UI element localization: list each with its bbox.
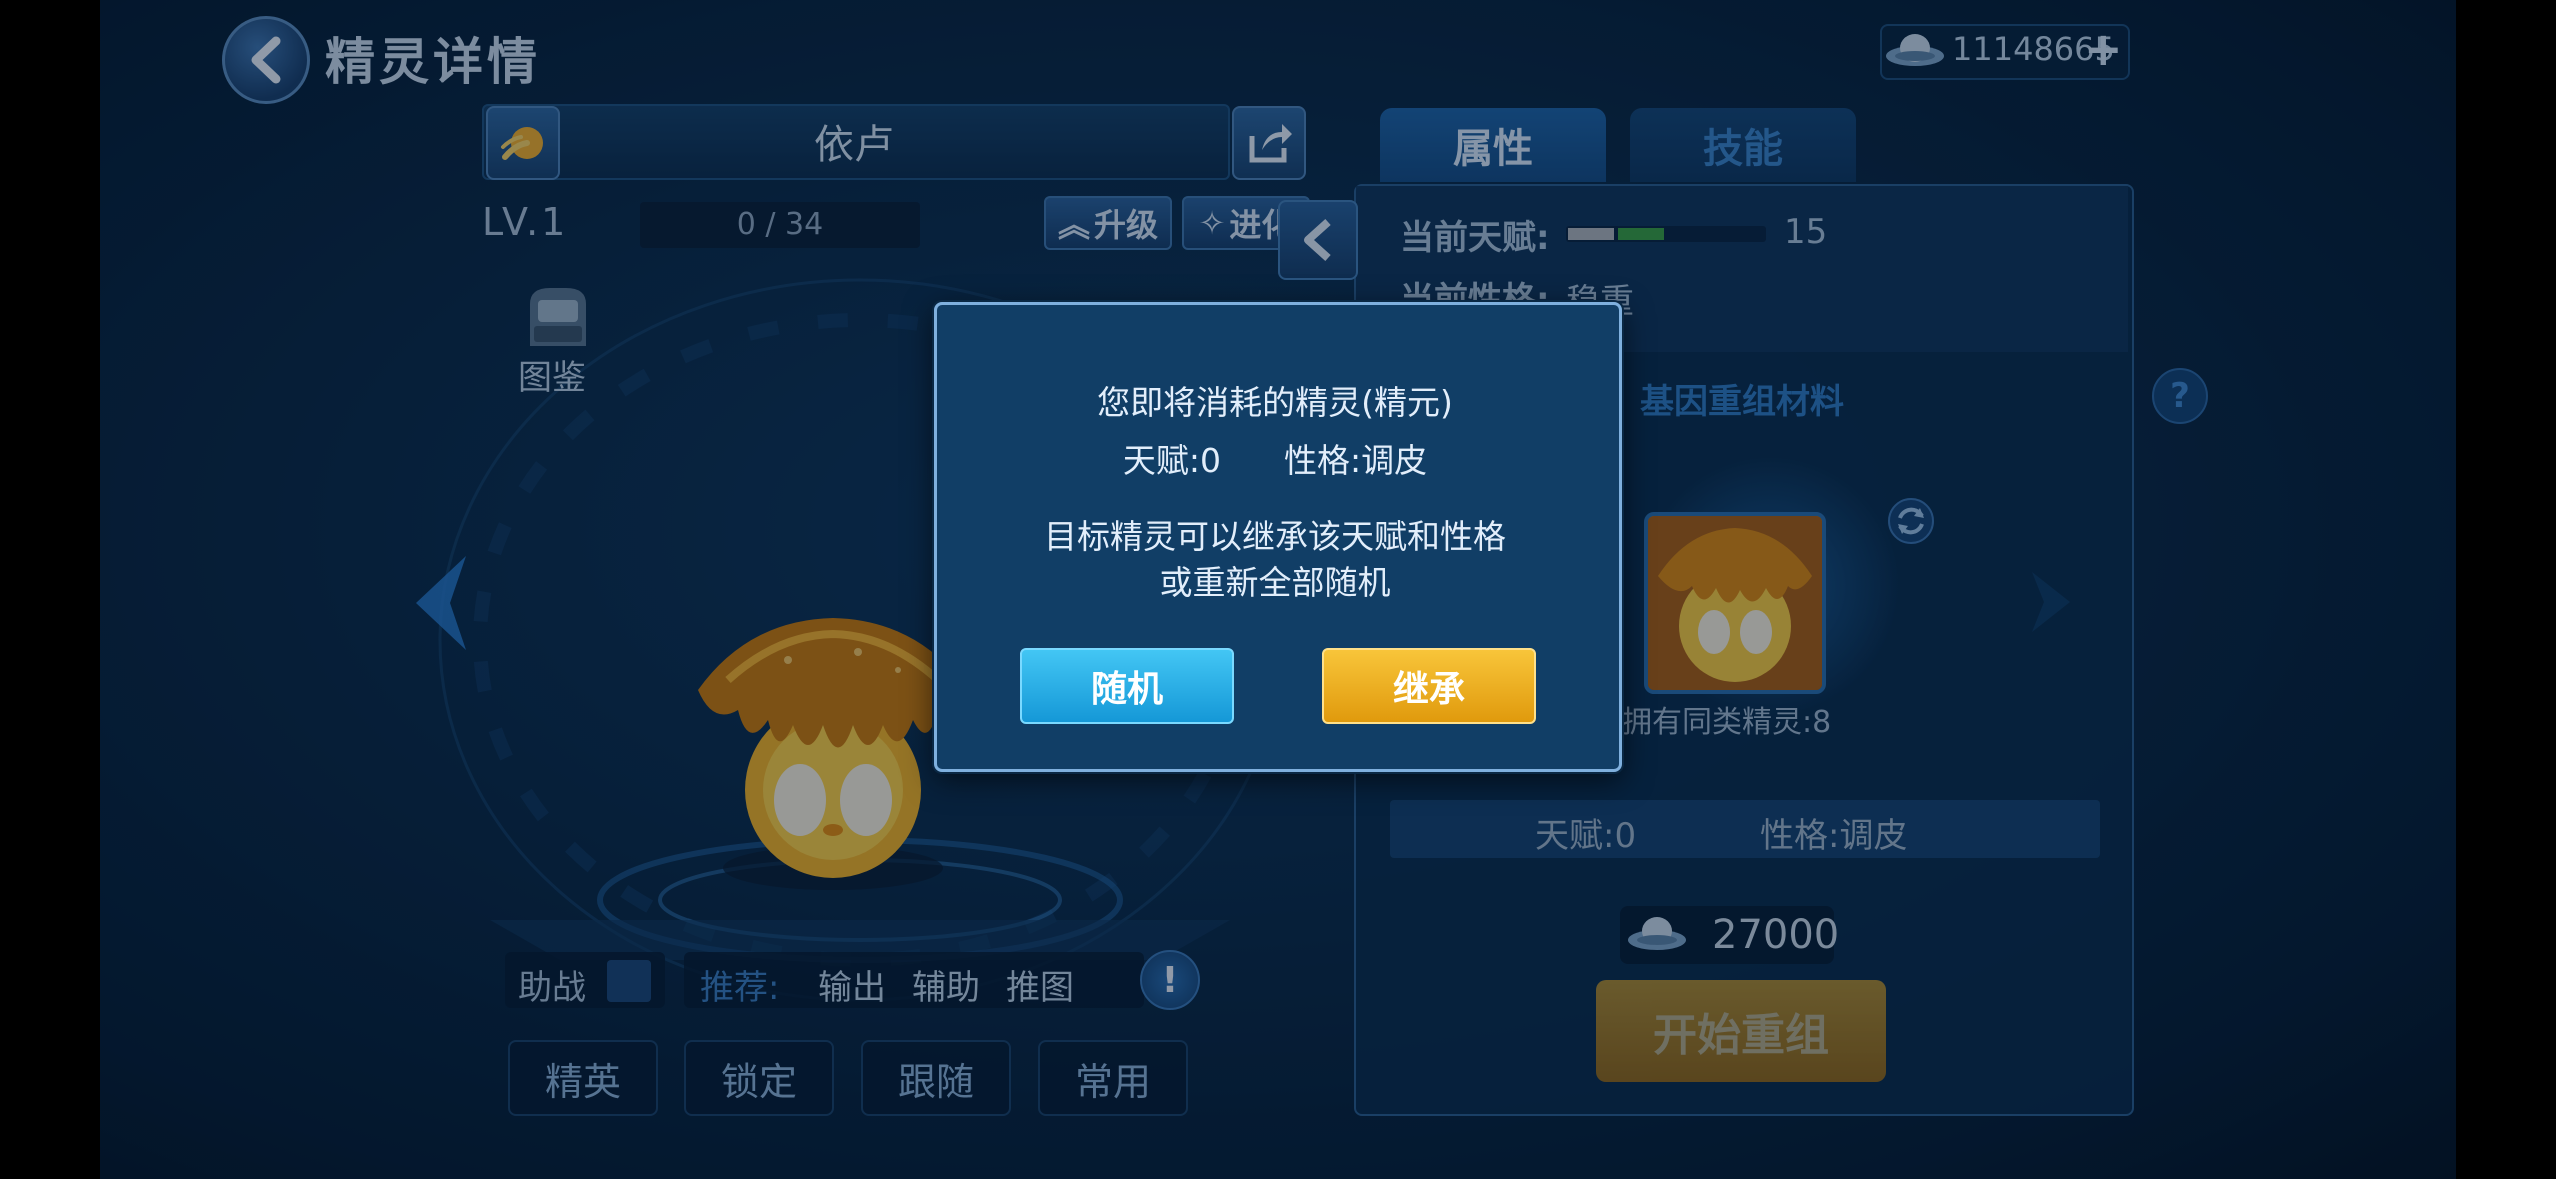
dialog-line-stats: 天赋:0 性格:调皮 [1122,441,1428,480]
random-button[interactable]: 随机 [1020,648,1234,724]
game-screen: 精灵详情 11148665 + 依卢 LV.1 0 / 34 ︽ 升级 ✧ 进化 图 [100,0,2456,1179]
inherit-button[interactable]: 继承 [1322,648,1536,724]
dialog-line-consume: 您即将消耗的精灵(精元) [1097,383,1453,422]
dialog-line-random: 或重新全部随机 [1159,563,1391,602]
dialog-line-inherit: 目标精灵可以继承该天赋和性格 [1044,517,1506,556]
